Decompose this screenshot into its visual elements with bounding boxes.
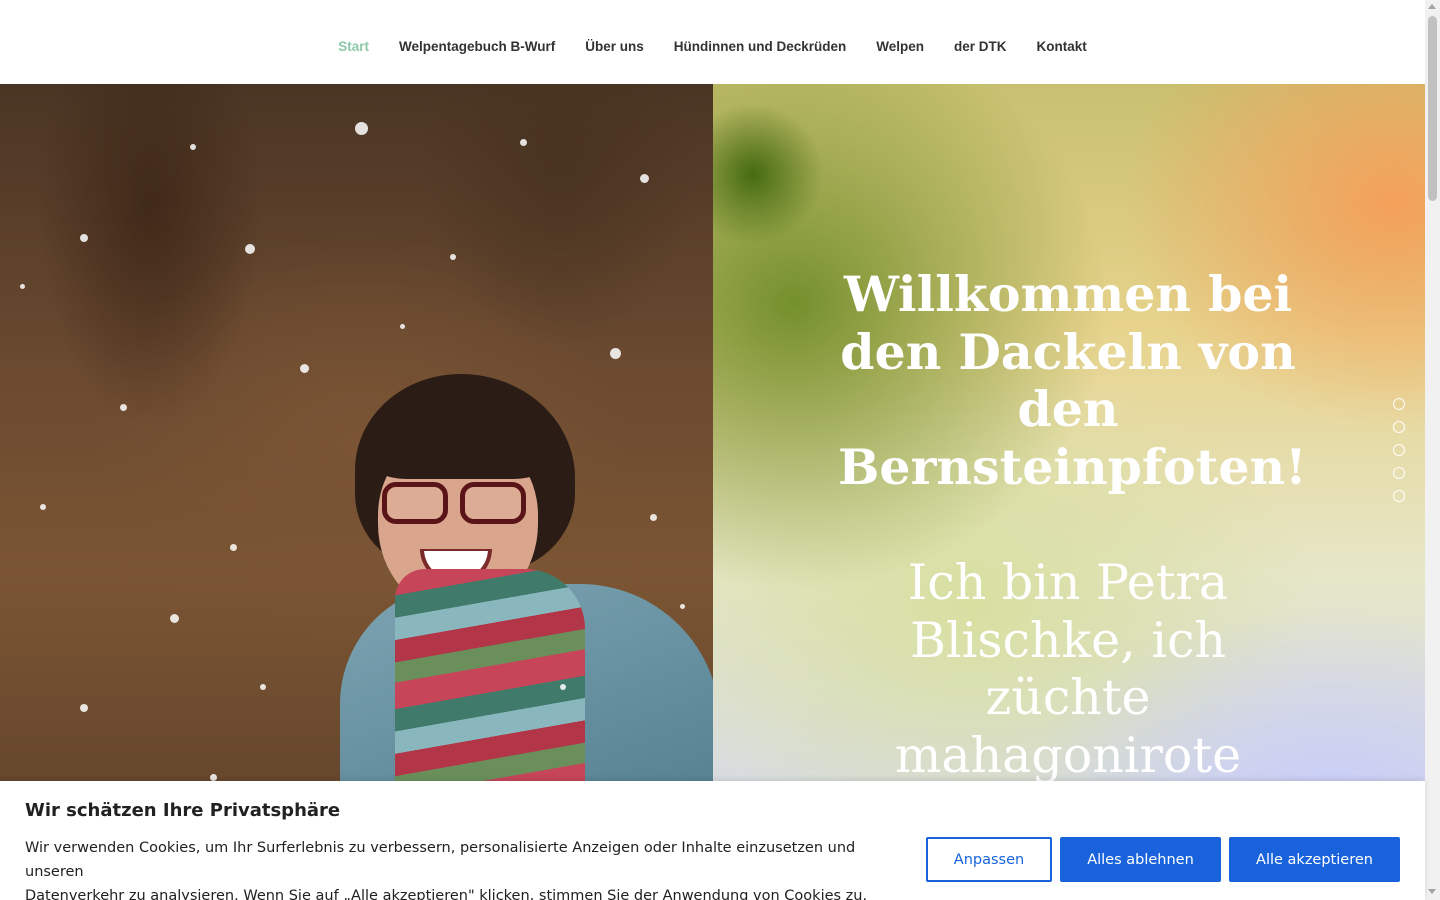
- welcome-line: den Dackeln von: [840, 322, 1296, 381]
- scroll-up-arrow-icon[interactable]: [1428, 4, 1436, 9]
- scroll-down-arrow-icon[interactable]: [1428, 889, 1436, 894]
- reject-all-cookies-button[interactable]: Alles ablehnen: [1060, 837, 1221, 882]
- slider-dot-1[interactable]: [1393, 398, 1405, 410]
- bangs: [370, 384, 550, 479]
- nav-menu: Start Welpentagebuch B-Wurf Über uns Hün…: [0, 0, 1425, 92]
- slider-dot-3[interactable]: [1393, 444, 1405, 456]
- hero-section: Willkommen bei den Dackeln von den Berns…: [0, 84, 1425, 900]
- cookie-text-line: Wir verwenden Cookies, um Ihr Surferlebn…: [25, 840, 856, 880]
- cookie-consent-banner: Wir schätzen Ihre Privatsphäre Wir verwe…: [0, 781, 1425, 900]
- cookie-description: Wir verwenden Cookies, um Ihr Surferlebn…: [25, 836, 905, 900]
- nav-item-welpen[interactable]: Welpen: [876, 39, 924, 54]
- intro-line: züchte: [985, 669, 1151, 726]
- slider-dot-2[interactable]: [1393, 421, 1405, 433]
- cookie-title: Wir schätzen Ihre Privatsphäre: [25, 800, 341, 821]
- welcome-panel: Willkommen bei den Dackeln von den Berns…: [713, 84, 1425, 900]
- slider-dot-5[interactable]: [1393, 490, 1405, 502]
- customize-cookies-button[interactable]: Anpassen: [926, 837, 1052, 882]
- accept-all-cookies-button[interactable]: Alle akzeptieren: [1229, 837, 1400, 882]
- intro-text: Ich bin Petra Blischke, ich züchte mahag…: [838, 554, 1298, 784]
- nav-item-welpentagebuch[interactable]: Welpentagebuch B-Wurf: [399, 39, 555, 54]
- welcome-line: Willkommen bei: [843, 265, 1293, 323]
- nav-item-ueber-uns[interactable]: Über uns: [585, 39, 644, 54]
- main-navigation: Start Welpentagebuch B-Wurf Über uns Hün…: [0, 0, 1425, 84]
- nav-item-start[interactable]: Start: [338, 39, 369, 54]
- glasses: [382, 482, 532, 526]
- scroll-thumb[interactable]: [1428, 16, 1437, 201]
- hero-photo: [0, 84, 713, 900]
- cookie-text-line: Datenverkehr zu analysieren. Wenn Sie au…: [25, 888, 868, 900]
- slider-dots: [1393, 398, 1405, 513]
- intro-line: mahagonirote: [894, 726, 1242, 784]
- nav-item-dtk[interactable]: der DTK: [954, 39, 1007, 54]
- nav-item-kontakt[interactable]: Kontakt: [1037, 39, 1087, 54]
- slider-dot-4[interactable]: [1393, 467, 1405, 479]
- welcome-heading: Willkommen bei den Dackeln von den Berns…: [838, 265, 1307, 496]
- page-scrollbar[interactable]: [1425, 0, 1440, 900]
- welcome-line: Bernsteinpfoten!: [838, 437, 1307, 496]
- intro-line: Ich bin Petra: [907, 554, 1229, 611]
- intro-line: Blischke, ich: [909, 611, 1226, 669]
- welcome-line: den: [1017, 380, 1119, 438]
- nav-item-huendinnen-deckrueden[interactable]: Hündinnen und Deckrüden: [674, 39, 847, 54]
